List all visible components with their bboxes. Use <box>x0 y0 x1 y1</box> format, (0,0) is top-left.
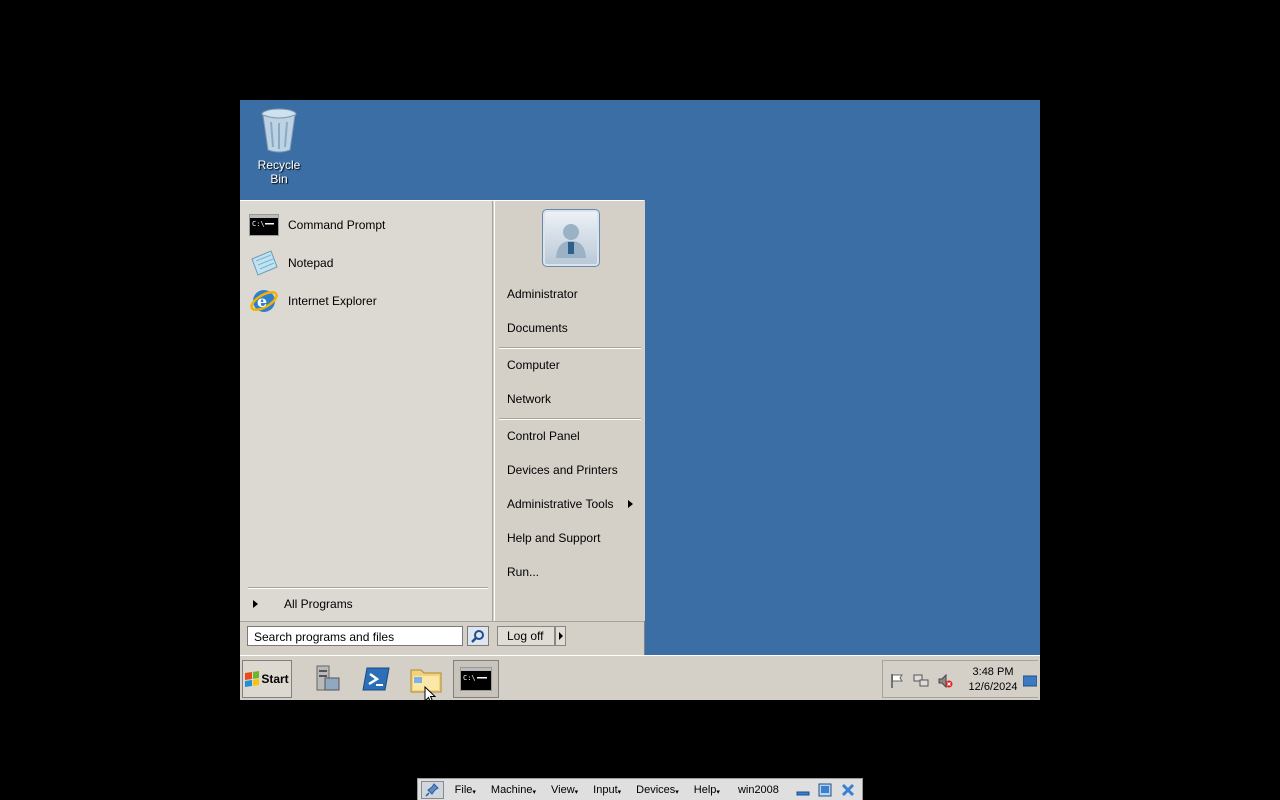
vm-menu-help[interactable]: Help <box>694 784 720 796</box>
minimize-button[interactable] <box>796 783 811 797</box>
minimize-icon <box>796 791 810 795</box>
pinned-notepad[interactable]: Notepad <box>248 247 484 279</box>
taskbar-powershell[interactable] <box>353 660 399 698</box>
svg-text:C:\: C:\ <box>463 674 476 682</box>
arrow-right-icon <box>558 632 563 640</box>
close-icon <box>841 783 854 796</box>
menu-item-control-panel[interactable]: Control Panel <box>501 425 639 447</box>
submenu-arrow-icon <box>628 500 633 508</box>
mouse-cursor-icon <box>424 686 436 700</box>
menu-item-label: Computer <box>507 358 560 372</box>
log-off-button[interactable]: Log off <box>497 626 555 646</box>
windows-logo-icon <box>245 671 260 687</box>
start-menu-programs-pane: C:\ Command Prompt Notepad e Internet Ex… <box>240 201 493 621</box>
pinned-command-prompt[interactable]: C:\ Command Prompt <box>248 209 484 241</box>
all-programs-label: All Programs <box>284 597 353 611</box>
shutdown-options-button[interactable] <box>555 626 566 646</box>
restore-window-icon <box>818 783 832 796</box>
command-prompt-icon: C:\ <box>248 209 280 241</box>
start-menu-places-pane: Administrator Documents Computer Network… <box>494 201 645 621</box>
vm-menu-file[interactable]: File <box>455 784 476 796</box>
search-input[interactable]: Search programs and files <box>247 626 463 646</box>
speaker-muted-icon[interactable] <box>937 673 953 689</box>
arrow-right-icon <box>253 600 258 608</box>
menu-item-label: Run... <box>507 565 540 579</box>
pinned-label: Notepad <box>288 256 334 270</box>
svg-text:e: e <box>257 292 267 311</box>
clock-time: 3:48 PM <box>972 666 1014 678</box>
command-prompt-icon: C:\ <box>460 667 492 691</box>
taskbar: Start C:\ 3:48 PM 12/6/2024 <box>240 655 1040 700</box>
system-clock[interactable]: 3:48 PM 12/6/2024 <box>963 665 1023 695</box>
vm-mini-toolbar: File Machine View Input Devices Help win… <box>417 778 863 800</box>
menu-item-network[interactable]: Network <box>501 388 639 410</box>
recycle-bin-desktop-icon[interactable]: Recycle Bin <box>248 106 310 186</box>
divider <box>499 418 641 420</box>
start-menu: C:\ Command Prompt Notepad e Internet Ex… <box>240 200 645 656</box>
pin-toolbar-button[interactable] <box>421 780 444 799</box>
vm-menu-view[interactable]: View <box>551 784 578 796</box>
svg-text:C:\: C:\ <box>252 220 265 228</box>
menu-item-administrator[interactable]: Administrator <box>501 283 639 305</box>
menu-item-devices-printers[interactable]: Devices and Printers <box>501 459 639 481</box>
vm-menu-machine[interactable]: Machine <box>491 784 536 796</box>
pinned-internet-explorer[interactable]: e Internet Explorer <box>248 285 484 317</box>
recycle-bin-label: Recycle Bin <box>257 158 301 186</box>
clock-date: 12/6/2024 <box>968 681 1018 693</box>
show-desktop-icon[interactable] <box>1023 673 1037 689</box>
close-button[interactable] <box>840 783 855 797</box>
search-button[interactable] <box>467 626 489 646</box>
start-button[interactable]: Start <box>242 660 292 698</box>
recycle-bin-icon <box>261 108 297 153</box>
notepad-icon <box>248 247 280 279</box>
pinned-label: Command Prompt <box>288 218 386 232</box>
network-icon[interactable] <box>913 673 929 689</box>
search-icon <box>471 630 484 643</box>
powershell-icon <box>362 667 390 691</box>
vm-menu-input[interactable]: Input <box>593 784 621 796</box>
menu-item-run[interactable]: Run... <box>501 561 639 583</box>
menu-item-label: Control Panel <box>507 429 580 443</box>
action-center-flag-icon[interactable] <box>889 673 905 689</box>
taskbar-server-manager[interactable] <box>304 660 350 698</box>
taskbar-command-prompt[interactable]: C:\ <box>453 660 499 698</box>
menu-item-help-support[interactable]: Help and Support <box>501 527 639 549</box>
menu-item-label: Devices and Printers <box>507 463 618 477</box>
all-programs-item[interactable]: All Programs <box>250 595 486 613</box>
menu-item-label: Administrator <box>507 287 578 301</box>
exit-fullscreen-button[interactable] <box>818 783 833 797</box>
server-manager-icon <box>316 665 340 691</box>
menu-item-documents[interactable]: Documents <box>501 317 639 339</box>
menu-item-computer[interactable]: Computer <box>501 354 639 376</box>
menu-item-label: Documents <box>507 321 568 335</box>
vm-name: win2008 <box>737 783 779 796</box>
start-label: Start <box>261 672 289 686</box>
user-picture[interactable] <box>542 209 600 267</box>
notification-area: 3:48 PM 12/6/2024 <box>882 660 1038 698</box>
menu-item-label: Administrative Tools <box>507 497 614 511</box>
menu-item-label: Network <box>507 392 552 406</box>
internet-explorer-icon: e <box>248 285 280 317</box>
divider <box>499 347 641 349</box>
start-menu-bottom-bar: Search programs and files Log off <box>240 621 644 657</box>
menu-item-administrative-tools[interactable]: Administrative Tools <box>501 493 639 515</box>
vm-screen: Recycle Bin C:\ Command Prompt Notepad e <box>240 100 1040 700</box>
user-avatar-icon <box>556 224 586 258</box>
divider <box>248 587 488 589</box>
vm-menu-devices[interactable]: Devices <box>636 784 679 796</box>
menu-item-label: Help and Support <box>507 531 601 545</box>
pin-icon <box>425 782 440 797</box>
pinned-label: Internet Explorer <box>288 294 377 308</box>
